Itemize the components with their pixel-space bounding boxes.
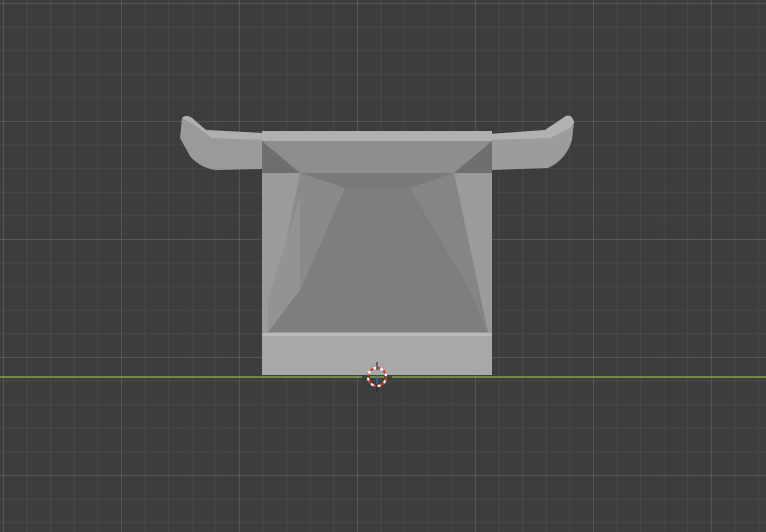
mesh-object[interactable]: [180, 115, 574, 375]
left-horn: [180, 116, 262, 170]
base-plate-edge: [262, 333, 492, 336]
top-crossbar-highlight: [262, 131, 492, 141]
3d-viewport[interactable]: [0, 0, 766, 532]
viewport-scene[interactable]: [0, 0, 766, 532]
